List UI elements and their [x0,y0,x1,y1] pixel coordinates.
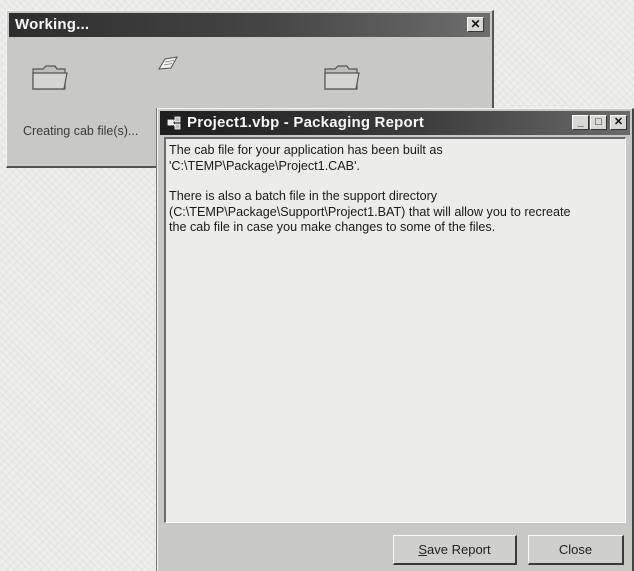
close-button[interactable]: Close [528,535,624,565]
report-line: There is also a batch file in the suppor… [169,189,438,203]
source-folder-icon [31,61,69,93]
report-title: Project1.vbp - Packaging Report [187,114,425,131]
working-close-button[interactable]: ✕ [467,17,484,32]
report-line: the cab file in case you make changes to… [169,220,496,234]
report-paragraph-1: The cab file for your application has be… [169,143,622,174]
destination-folder-icon [323,61,361,93]
report-text-area[interactable]: The cab file for your application has be… [164,137,626,523]
working-titlebar[interactable]: Working... ✕ [9,13,490,37]
maximize-button[interactable]: □ [590,115,607,130]
project-icon [166,115,182,131]
report-line: The cab file for your application has be… [169,143,443,157]
working-status-text: Creating cab file(s)... [23,124,139,138]
packaging-report-dialog: Project1.vbp - Packaging Report _ □ ✕ Th… [157,108,634,571]
minimize-button[interactable]: _ [572,115,589,130]
report-paragraph-2: There is also a batch file in the suppor… [169,189,622,236]
save-report-button[interactable]: Save Report [393,535,517,565]
report-titlebar[interactable]: Project1.vbp - Packaging Report _ □ ✕ [160,111,630,135]
flying-document-icon [155,55,181,73]
working-title: Working... [15,16,90,33]
report-line: 'C:\TEMP\Package\Project1.CAB'. [169,158,360,173]
report-line: (C:\TEMP\Package\Support\Project1.BAT) t… [169,204,571,219]
close-window-button[interactable]: ✕ [610,115,627,130]
